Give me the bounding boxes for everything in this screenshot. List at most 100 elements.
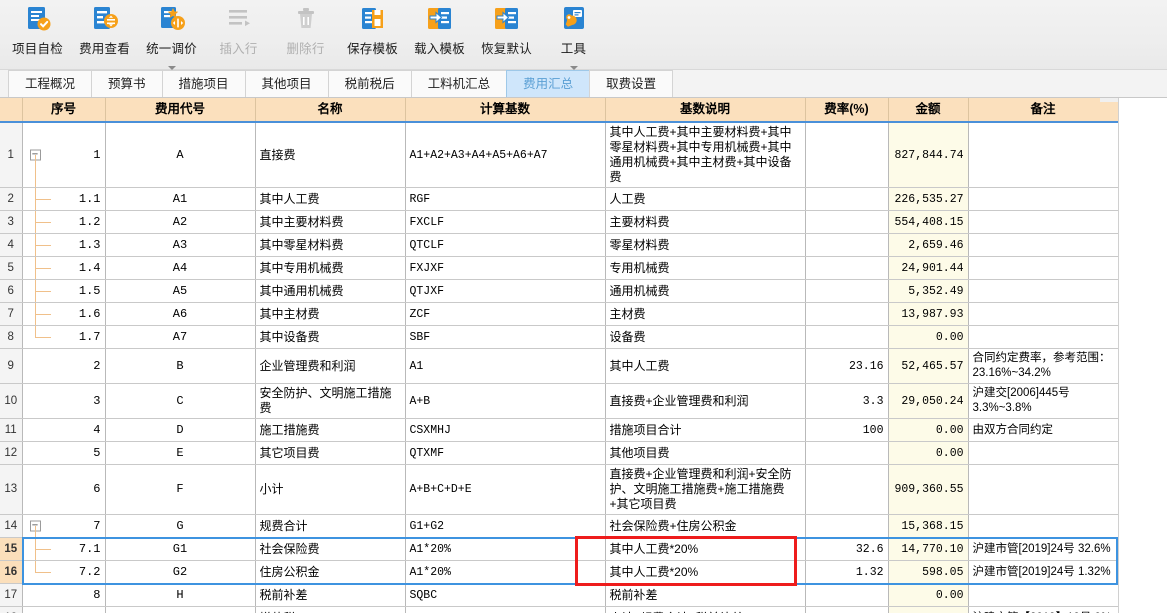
row-header-cell[interactable]: 7 — [0, 302, 23, 326]
tab-measure-items[interactable]: 措施项目 — [161, 70, 246, 97]
cell-base[interactable]: QTJXF — [405, 279, 606, 303]
cell-desc[interactable]: 小计+规费合计+税前补差 — [605, 606, 806, 613]
cell-note[interactable]: 沪建市管[2019]24号 1.32% — [968, 560, 1119, 584]
cell-note[interactable]: 由双方合同约定 — [968, 418, 1119, 442]
cell-rate[interactable] — [805, 187, 889, 211]
cell-name[interactable]: 其中设备费 — [255, 325, 406, 349]
cell-note[interactable] — [968, 256, 1119, 280]
cell-amount[interactable]: 13,987.93 — [888, 302, 969, 326]
row-header-cell[interactable]: 16 — [0, 560, 23, 584]
cell-seq[interactable]: 1.6 — [22, 302, 106, 326]
row-header-cell[interactable]: 8 — [0, 325, 23, 349]
cell-name[interactable]: 其它项目费 — [255, 441, 406, 465]
cell-code[interactable]: G2 — [105, 560, 256, 584]
table-row[interactable]: 6 1.5 A5 其中通用机械费 QTJXF 通用机械费 5,352.49 — [0, 279, 1119, 303]
cell-base[interactable]: A1 — [405, 348, 606, 384]
row-header-cell[interactable]: 6 — [0, 279, 23, 303]
cell-note[interactable] — [968, 210, 1119, 234]
cell-seq[interactable]: 7.2 — [22, 560, 106, 584]
toolbar-button-tools[interactable]: 工具 — [540, 0, 607, 70]
cell-base[interactable]: A+B — [405, 383, 606, 419]
cell-note[interactable] — [968, 464, 1119, 515]
cell-base[interactable]: A1+A2+A3+A4+A5+A6+A7 — [405, 122, 606, 188]
tab-fee-settings[interactable]: 取费设置 — [589, 70, 674, 97]
cell-rate[interactable] — [805, 256, 889, 280]
row-header-cell[interactable]: 10 — [0, 383, 23, 419]
tab-other-items[interactable]: 其他项目 — [244, 70, 329, 97]
cell-amount[interactable]: 909,360.55 — [888, 464, 969, 515]
column-header-seq[interactable]: 序号 — [22, 98, 106, 123]
toolbar-button-insert-row[interactable]: 插入行 — [205, 0, 272, 62]
cell-amount[interactable]: 226,535.27 — [888, 187, 969, 211]
cell-desc[interactable]: 其中人工费*20% — [605, 537, 806, 561]
cell-amount[interactable]: 554,408.15 — [888, 210, 969, 234]
cell-code[interactable]: A3 — [105, 233, 256, 257]
cell-note[interactable] — [968, 187, 1119, 211]
row-header-cell[interactable]: 17 — [0, 583, 23, 607]
cell-note[interactable] — [968, 233, 1119, 257]
cell-code[interactable]: D — [105, 418, 256, 442]
cell-seq[interactable]: 6 — [22, 464, 106, 515]
cell-note[interactable] — [968, 279, 1119, 303]
cell-code[interactable]: A5 — [105, 279, 256, 303]
table-row[interactable]: 14−7 G 规费合计 G1+G2 社会保险费+住房公积金 15,368.15 — [0, 514, 1119, 538]
row-header-cell[interactable]: 1 — [0, 122, 23, 188]
toolbar-button-unified-price[interactable]: 统一调价 — [138, 0, 205, 70]
cell-seq[interactable]: 2 — [22, 348, 106, 384]
cell-seq[interactable]: 1.7 — [22, 325, 106, 349]
cell-code[interactable]: A1 — [105, 187, 256, 211]
cell-note[interactable]: 沪建市管[2019]24号 32.6% — [968, 537, 1119, 561]
toolbar-button-restore-default[interactable]: 恢复默认 — [473, 0, 540, 62]
row-header-cell[interactable]: 11 — [0, 418, 23, 442]
table-row[interactable]: 4 1.3 A3 其中零星材料费 QTCLF 零星材料费 2,659.46 — [0, 233, 1119, 257]
cell-note[interactable] — [968, 441, 1119, 465]
cell-code[interactable]: G — [105, 514, 256, 538]
row-header-cell[interactable]: 9 — [0, 348, 23, 384]
table-row[interactable]: 10 3 C 安全防护、文明施工措施费 A+B 直接费+企业管理费和利润 3.3 29,050… — [0, 383, 1119, 419]
cell-amount[interactable]: 0.00 — [888, 441, 969, 465]
chevron-down-icon[interactable] — [167, 66, 176, 70]
cell-seq[interactable]: 3 — [22, 383, 106, 419]
column-header-code[interactable]: 费用代号 — [105, 98, 256, 123]
cell-rate[interactable]: 100 — [805, 418, 889, 442]
column-header-rate[interactable]: 费率(%) — [805, 98, 889, 123]
cell-desc[interactable]: 零星材料费 — [605, 233, 806, 257]
cell-rate[interactable] — [805, 233, 889, 257]
cell-amount[interactable]: 0.00 — [888, 583, 969, 607]
cell-desc[interactable]: 通用机械费 — [605, 279, 806, 303]
cell-note[interactable] — [968, 122, 1119, 188]
cell-desc[interactable]: 其中人工费 — [605, 348, 806, 384]
cell-seq[interactable]: 1.3 — [22, 233, 106, 257]
cell-rate[interactable]: 9 — [805, 606, 889, 613]
row-header-cell[interactable]: 3 — [0, 210, 23, 234]
cell-amount[interactable]: 52,465.57 — [888, 348, 969, 384]
cell-amount[interactable]: 0.00 — [888, 325, 969, 349]
cell-note[interactable]: 合同约定费率，参考范围：23.16%~34.2% — [968, 348, 1119, 384]
cell-note[interactable] — [968, 583, 1119, 607]
cell-name[interactable]: 其中主要材料费 — [255, 210, 406, 234]
cell-base[interactable]: FXCLF — [405, 210, 606, 234]
row-header-cell[interactable]: 13 — [0, 464, 23, 515]
cell-base[interactable]: A1*20% — [405, 560, 606, 584]
cell-desc[interactable]: 其中人工费*20% — [605, 560, 806, 584]
column-header-base[interactable]: 计算基数 — [405, 98, 606, 123]
cell-rate[interactable] — [805, 210, 889, 234]
cell-name[interactable]: 直接费 — [255, 122, 406, 188]
cell-code[interactable]: B — [105, 348, 256, 384]
cell-seq[interactable]: 8 — [22, 583, 106, 607]
cell-seq[interactable]: 4 — [22, 418, 106, 442]
table-row[interactable]: 2 1.1 A1 其中人工费 RGF 人工费 226,535.27 — [0, 187, 1119, 211]
cell-amount[interactable]: 598.05 — [888, 560, 969, 584]
cell-name[interactable]: 其中专用机械费 — [255, 256, 406, 280]
table-row[interactable]: 8 1.7 A7 其中设备费 SBF 设备费 0.00 — [0, 325, 1119, 349]
cell-desc[interactable]: 直接费+企业管理费和利润+安全防护、文明施工措施费+施工措施费+其它项目费 — [605, 464, 806, 515]
cell-note[interactable] — [968, 514, 1119, 538]
cell-desc[interactable]: 直接费+企业管理费和利润 — [605, 383, 806, 419]
cell-amount[interactable]: 29,050.24 — [888, 383, 969, 419]
cell-code[interactable]: A2 — [105, 210, 256, 234]
cell-name[interactable]: 税前补差 — [255, 583, 406, 607]
cell-code[interactable]: A7 — [105, 325, 256, 349]
cell-name[interactable]: 增值税 — [255, 606, 406, 613]
cell-base[interactable]: QTXMF — [405, 441, 606, 465]
cell-name[interactable]: 规费合计 — [255, 514, 406, 538]
